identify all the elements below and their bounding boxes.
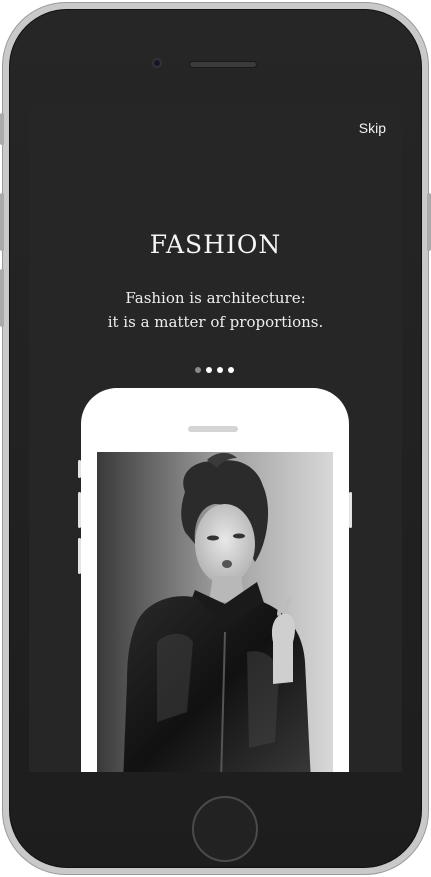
phone-illustration [78, 388, 352, 772]
page-subtitle: Fashion is architecture: it is a matter … [29, 286, 402, 334]
phone-illustration-speaker [188, 426, 238, 432]
pagination-dot[interactable] [206, 367, 212, 373]
power-button [427, 193, 431, 251]
skip-button[interactable]: Skip [359, 120, 386, 136]
pagination-dot[interactable] [228, 367, 234, 373]
pagination-dots [195, 367, 234, 375]
fashion-model-photo [97, 452, 333, 772]
phone-illustration-button [78, 492, 81, 528]
volume-up-button [0, 193, 4, 251]
page-title: FASHION [149, 230, 282, 259]
phone-illustration-button [349, 492, 352, 528]
earpiece-speaker [189, 61, 257, 68]
phone-illustration-button [78, 538, 81, 574]
volume-down-button [0, 269, 4, 327]
fashion-photo [97, 452, 333, 772]
onboarding-screen: Skip FASHION Fashion is architecture: it… [29, 106, 402, 772]
phone-illustration-button [78, 460, 81, 478]
home-button[interactable] [192, 796, 258, 862]
mute-switch [0, 113, 4, 145]
camera-icon [152, 58, 162, 68]
pagination-dot[interactable] [217, 367, 223, 373]
pagination-dot[interactable] [195, 367, 201, 373]
subtitle-line-2: it is a matter of proportions. [107, 313, 324, 331]
subtitle-line-1: Fashion is architecture: [125, 289, 306, 307]
